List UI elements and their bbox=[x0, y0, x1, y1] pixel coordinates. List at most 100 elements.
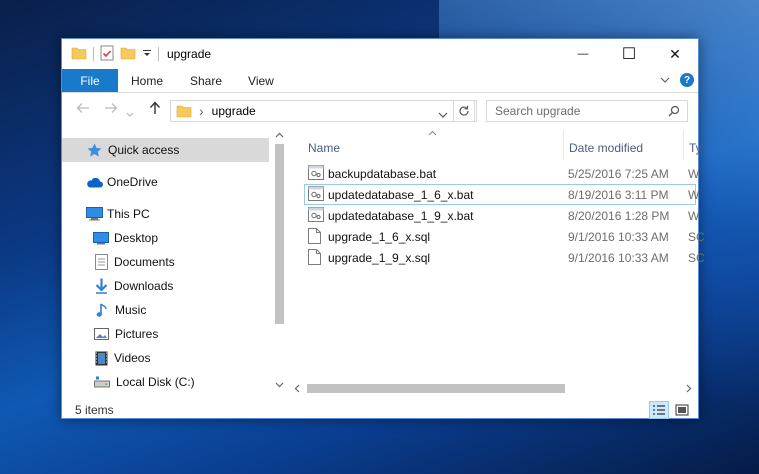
expand-ribbon-icon[interactable] bbox=[660, 73, 670, 87]
file-type: SC bbox=[688, 250, 705, 265]
ribbon-controls: ? bbox=[660, 73, 694, 87]
scrollbar-thumb[interactable] bbox=[307, 384, 565, 393]
batch-file-icon bbox=[308, 207, 324, 225]
window-title: upgrade bbox=[167, 47, 212, 61]
downloads-icon bbox=[95, 278, 108, 294]
tab-file[interactable]: File bbox=[62, 69, 118, 92]
file-type: W bbox=[688, 208, 700, 223]
view-switcher bbox=[649, 401, 692, 419]
scroll-right-icon[interactable] bbox=[686, 384, 692, 393]
sidebar-item-videos[interactable]: Videos bbox=[62, 346, 269, 370]
sidebar-item-documents[interactable]: Documents bbox=[62, 250, 269, 274]
sidebar-item-local-disk[interactable]: Local Disk (C:) bbox=[62, 370, 269, 394]
up-arrow-icon[interactable] bbox=[149, 101, 161, 119]
sidebar-item-onedrive[interactable]: OneDrive bbox=[62, 170, 269, 194]
details-view-icon bbox=[653, 405, 665, 415]
column-divider[interactable] bbox=[563, 130, 564, 160]
details-view-button[interactable] bbox=[649, 401, 669, 419]
sidebar-item-downloads[interactable]: Downloads bbox=[62, 274, 269, 298]
file-name: upgrade_1_6_x.sql bbox=[328, 229, 431, 244]
tab-home[interactable]: Home bbox=[118, 69, 176, 92]
file-name: updatedatabase_1_9_x.bat bbox=[328, 208, 474, 223]
music-icon bbox=[96, 302, 108, 318]
file-row[interactable]: updatedatabase_1_6_x.bat 8/19/2016 3:11 … bbox=[304, 184, 700, 205]
sidebar-item-label: Local Disk (C:) bbox=[116, 375, 195, 389]
file-type: W bbox=[688, 166, 700, 181]
sort-ascending-icon bbox=[428, 130, 437, 136]
column-header-date-modified[interactable]: Date modified bbox=[569, 136, 643, 160]
close-button[interactable]: ✕ bbox=[652, 39, 698, 69]
file-row[interactable]: upgrade_1_9_x.sql 9/1/2016 10:33 AM SC bbox=[304, 247, 705, 268]
file-date-modified: 5/25/2016 7:25 AM bbox=[568, 166, 669, 181]
tab-view[interactable]: View bbox=[236, 69, 288, 92]
sidebar-item-pictures[interactable]: Pictures bbox=[62, 322, 269, 346]
customize-toolbar-icon[interactable] bbox=[142, 47, 152, 61]
sidebar-item-label: Videos bbox=[114, 351, 151, 365]
file-name: backupdatabase.bat bbox=[328, 166, 437, 181]
search-icon[interactable] bbox=[668, 105, 680, 117]
help-icon[interactable]: ? bbox=[680, 73, 694, 87]
scroll-down-icon[interactable] bbox=[275, 382, 284, 388]
column-header-type[interactable]: Ty bbox=[689, 136, 702, 160]
file-date-modified: 8/20/2016 1:28 PM bbox=[568, 208, 670, 223]
back-arrow-icon[interactable] bbox=[76, 101, 90, 118]
address-bar[interactable]: › upgrade bbox=[170, 100, 477, 122]
file-date-modified: 9/1/2016 10:33 AM bbox=[568, 250, 669, 265]
ribbon-tabs: File Home Share View ? bbox=[62, 69, 698, 93]
sidebar-item-label: Documents bbox=[114, 255, 175, 269]
file-row[interactable]: updatedatabase_1_9_x.bat 8/20/2016 1:28 … bbox=[304, 205, 700, 226]
forward-arrow-icon[interactable] bbox=[104, 101, 118, 118]
search-box[interactable]: Search upgrade bbox=[486, 100, 688, 122]
file-date-modified: 8/19/2016 3:11 PM bbox=[568, 187, 669, 202]
new-folder-icon[interactable] bbox=[120, 46, 136, 63]
sidebar-item-this-pc[interactable]: This PC bbox=[62, 202, 269, 226]
file-type: W bbox=[688, 187, 700, 202]
properties-icon[interactable] bbox=[100, 45, 114, 64]
videos-icon bbox=[95, 351, 108, 366]
file-name: updatedatabase_1_6_x.bat bbox=[328, 187, 474, 202]
drive-icon bbox=[94, 376, 110, 388]
folder-icon bbox=[176, 104, 192, 118]
search-input[interactable]: Search upgrade bbox=[495, 104, 668, 118]
sidebar-item-label: Desktop bbox=[114, 231, 159, 245]
file-date-modified: 9/1/2016 10:33 AM bbox=[568, 229, 669, 244]
sidebar-item-label: Music bbox=[115, 303, 147, 317]
maximize-button[interactable]: ☐ bbox=[606, 39, 652, 69]
documents-icon bbox=[95, 254, 108, 270]
desktop-icon bbox=[93, 231, 109, 245]
scroll-up-icon[interactable] bbox=[275, 132, 284, 138]
folder-icon bbox=[71, 46, 87, 63]
sidebar-item-label: Downloads bbox=[114, 279, 174, 293]
sidebar-item-desktop[interactable]: Desktop bbox=[62, 226, 269, 250]
file-row[interactable]: backupdatabase.bat 5/25/2016 7:25 AM W bbox=[304, 163, 700, 184]
sidebar-item-music[interactable]: Music bbox=[62, 298, 269, 322]
minimize-button[interactable]: — bbox=[560, 39, 606, 69]
sql-file-icon bbox=[308, 228, 321, 247]
sidebar-item-label: Pictures bbox=[115, 327, 159, 341]
pictures-icon bbox=[94, 328, 109, 340]
toolbar-divider bbox=[93, 47, 94, 61]
recent-locations-icon[interactable] bbox=[126, 105, 134, 122]
breadcrumb-upgrade[interactable]: upgrade bbox=[212, 104, 256, 118]
tab-share[interactable]: Share bbox=[176, 69, 236, 92]
file-type: SC bbox=[688, 229, 705, 244]
large-icons-view-button[interactable] bbox=[672, 401, 692, 419]
file-row[interactable]: upgrade_1_6_x.sql 9/1/2016 10:33 AM SC bbox=[304, 226, 705, 247]
navigation-scrollbar[interactable] bbox=[271, 130, 288, 400]
quick-access-toolbar bbox=[71, 45, 159, 64]
file-name: upgrade_1_9_x.sql bbox=[328, 250, 431, 265]
column-header-name[interactable]: Name bbox=[308, 136, 340, 160]
navigation-pane: Quick access OneDrive This PC Desktop Do… bbox=[62, 130, 288, 400]
address-history-icon[interactable] bbox=[438, 108, 448, 122]
refresh-button[interactable] bbox=[453, 100, 475, 122]
horizontal-scrollbar[interactable] bbox=[290, 380, 696, 397]
large-icons-view-icon bbox=[675, 404, 689, 416]
window-controls: — ☐ ✕ bbox=[560, 39, 698, 69]
breadcrumb-separator[interactable]: › bbox=[199, 103, 204, 119]
column-divider[interactable] bbox=[683, 130, 684, 160]
status-bar: 5 items bbox=[62, 400, 698, 420]
scroll-left-icon[interactable] bbox=[294, 384, 300, 393]
file-explorer-window: upgrade — ☐ ✕ File Home Share View ? › u… bbox=[61, 38, 705, 420]
scrollbar-thumb[interactable] bbox=[275, 144, 284, 324]
sidebar-item-quick-access[interactable]: Quick access bbox=[62, 138, 269, 162]
